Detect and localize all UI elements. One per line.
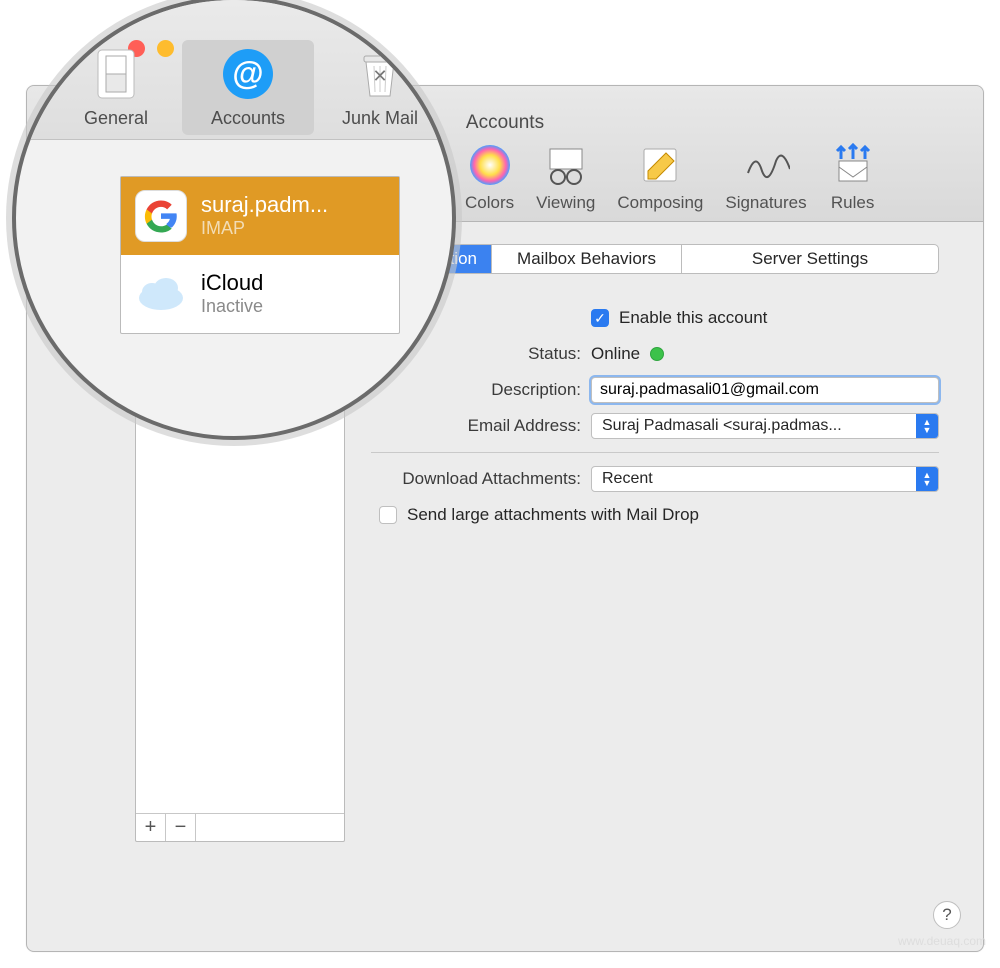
enable-account-label: Enable this account	[619, 308, 767, 328]
enable-account-checkbox[interactable]: ✓	[591, 309, 609, 327]
svg-text:✕: ✕	[372, 66, 387, 86]
download-attachments-select[interactable]: Recent ▲▼	[591, 466, 939, 492]
zoom-inset: General @ Accounts ✕ Junk Mail	[12, 0, 456, 440]
divider	[371, 452, 939, 453]
email-label: Email Address:	[371, 416, 591, 436]
email-address-value: Suraj Padmasali <suraj.padmas...	[602, 417, 842, 435]
svg-text:@: @	[232, 55, 263, 91]
window-title: Accounts	[466, 112, 544, 134]
download-label: Download Attachments:	[371, 469, 591, 489]
content-pane: t Information Mailbox Behaviors Server S…	[357, 222, 983, 951]
pencil-icon	[636, 141, 684, 189]
account-name: suraj.padm...	[201, 192, 328, 218]
toolbar-label: General	[84, 108, 148, 129]
description-input[interactable]	[591, 377, 939, 403]
rules-icon	[829, 141, 877, 189]
toolbar-rules[interactable]: Rules	[821, 141, 885, 213]
toolbar-signatures[interactable]: Signatures	[717, 141, 814, 213]
tabs: t Information Mailbox Behaviors Server S…	[371, 244, 939, 274]
chevron-updown-icon: ▲▼	[916, 414, 938, 438]
toolbar-label: Rules	[831, 193, 874, 213]
account-row-icloud[interactable]: iCloud Inactive	[121, 255, 399, 333]
add-account-button[interactable]: +	[136, 814, 166, 841]
switch-icon	[88, 46, 144, 102]
chevron-updown-icon: ▲▼	[916, 467, 938, 491]
google-icon	[135, 190, 187, 242]
toolbar-colors[interactable]: Colors	[457, 141, 522, 213]
icloud-icon	[135, 268, 187, 320]
mail-drop-label: Send large attachments with Mail Drop	[407, 505, 699, 525]
account-list-zoom: suraj.padm... IMAP iCloud Inactive	[120, 176, 400, 334]
trash-icon: ✕	[352, 46, 408, 102]
download-attachments-value: Recent	[602, 470, 653, 488]
toolbar-accounts[interactable]: @ Accounts	[182, 40, 314, 135]
account-status: Inactive	[201, 296, 263, 318]
glasses-icon	[542, 141, 590, 189]
description-label: Description:	[371, 380, 591, 400]
tab-mailbox-behaviors[interactable]: Mailbox Behaviors	[492, 245, 682, 273]
toolbar-label: Junk Mail	[342, 108, 418, 129]
account-protocol: IMAP	[201, 218, 328, 240]
toolbar-label: Colors	[465, 193, 514, 213]
toolbar-junk-mail[interactable]: ✕ Junk Mail	[314, 40, 446, 135]
toolbar-viewing[interactable]: Viewing	[528, 141, 603, 213]
toolbar-general[interactable]: General	[50, 40, 182, 135]
at-sign-icon: @	[220, 46, 276, 102]
toolbar-label: Composing	[617, 193, 703, 213]
help-button[interactable]: ?	[933, 901, 961, 929]
remove-account-button[interactable]: −	[166, 814, 196, 841]
color-wheel-icon	[466, 141, 514, 189]
toolbar-label: Signatures	[725, 193, 806, 213]
mail-drop-checkbox[interactable]	[379, 506, 397, 524]
toolbar-composing[interactable]: Composing	[609, 141, 711, 213]
signature-icon	[742, 141, 790, 189]
toolbar-label: Accounts	[211, 108, 285, 129]
status-value: Online	[591, 344, 640, 364]
account-name: iCloud	[201, 270, 263, 296]
account-row-google[interactable]: suraj.padm... IMAP	[121, 177, 399, 255]
toolbar-label: Viewing	[536, 193, 595, 213]
status-dot-icon	[650, 347, 664, 361]
tab-server-settings[interactable]: Server Settings	[682, 245, 938, 273]
watermark: www.deuaq.com	[898, 934, 986, 948]
email-address-select[interactable]: Suraj Padmasali <suraj.padmas... ▲▼	[591, 413, 939, 439]
